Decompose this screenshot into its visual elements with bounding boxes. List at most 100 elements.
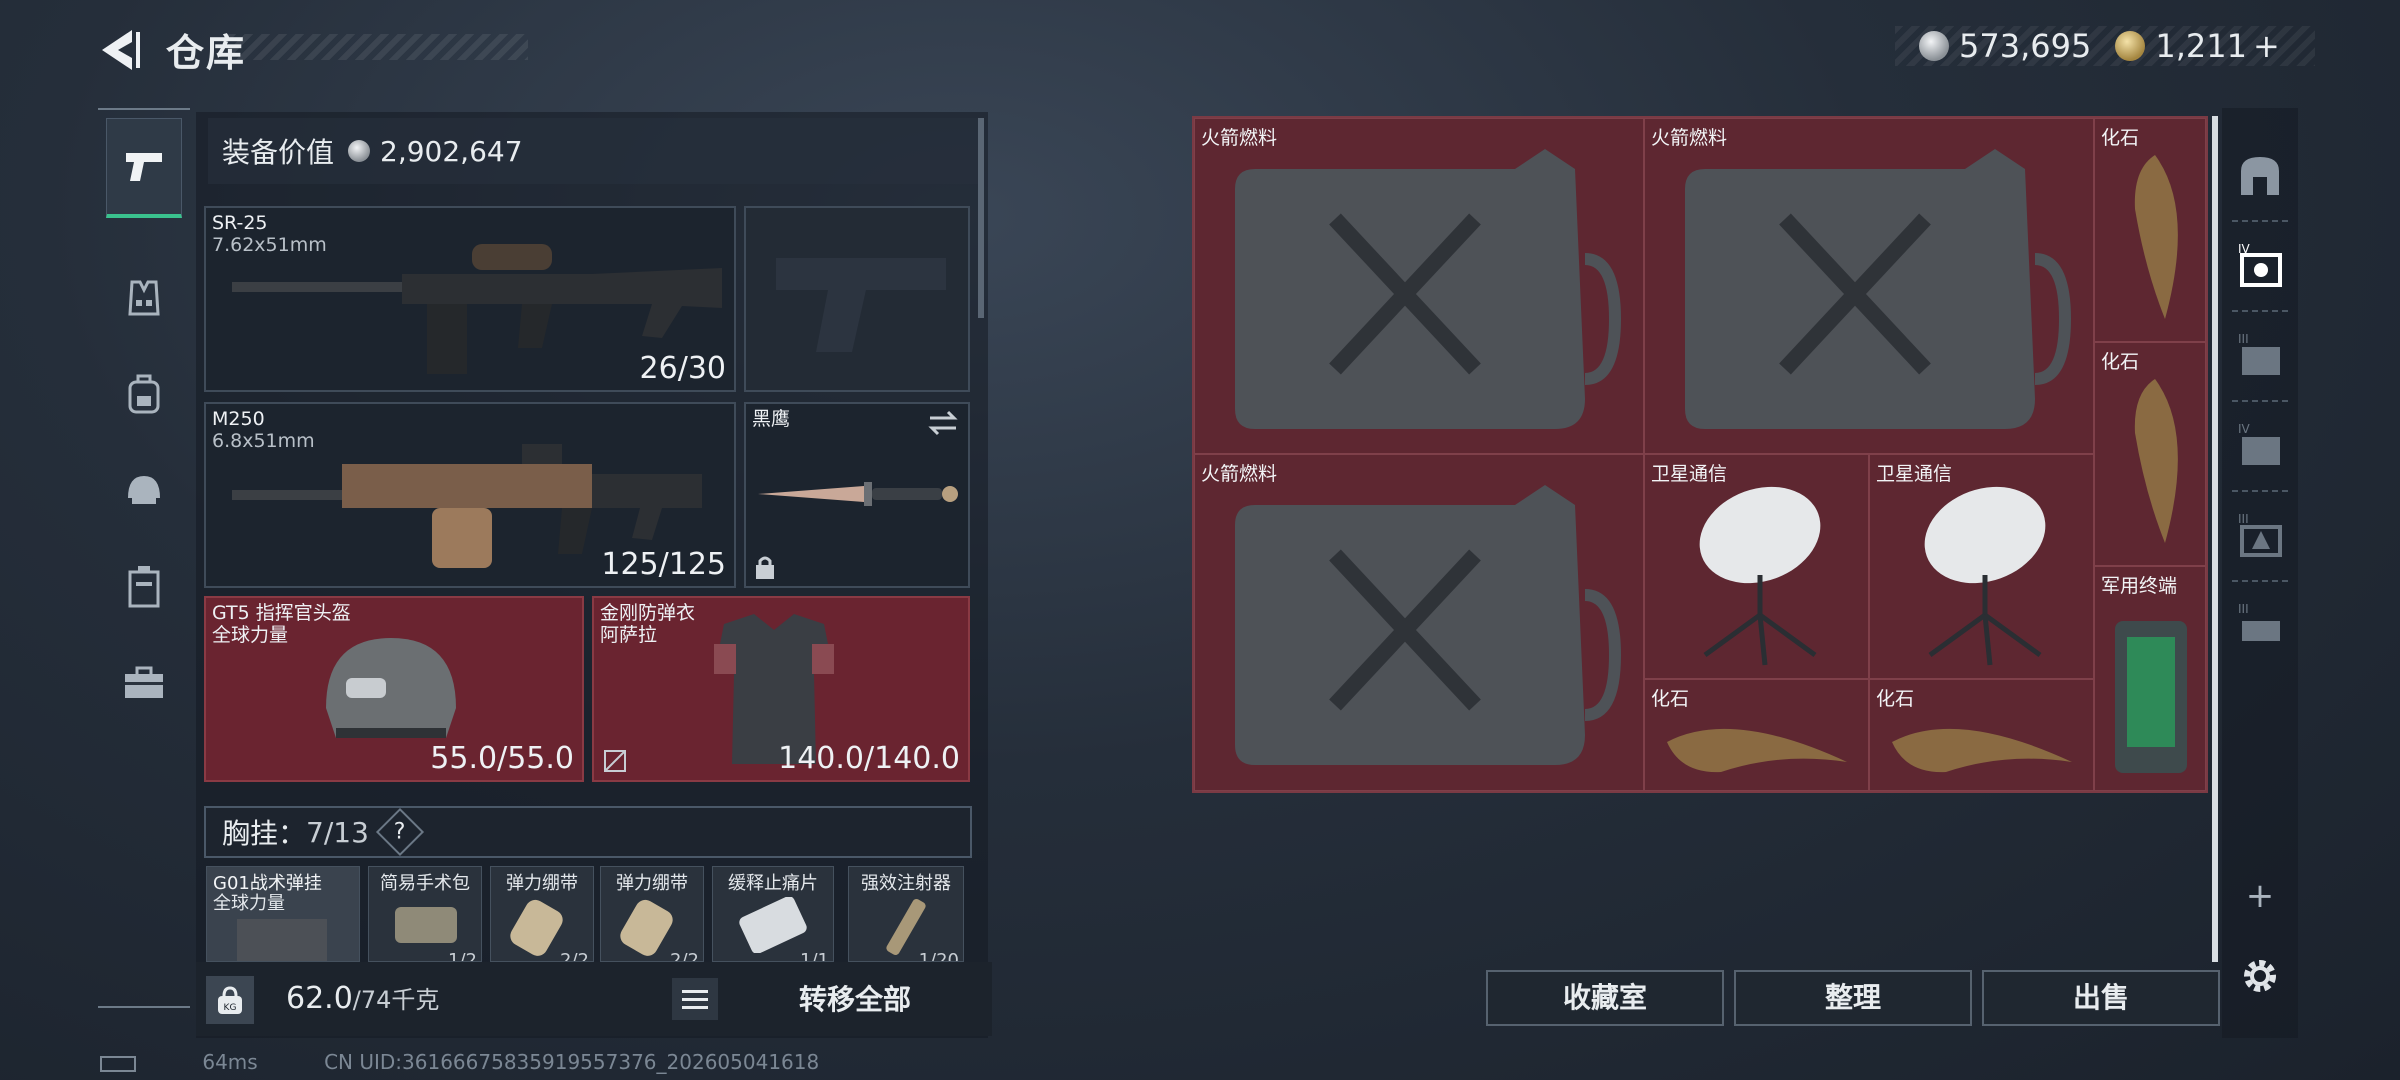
storage-item-satellite-comm[interactable]: 卫星通信 [1869, 454, 2094, 679]
rig-item-bandage-1[interactable]: 弹力绷带 2/2 [490, 866, 594, 962]
tab-storage-iii[interactable]: III [2230, 326, 2290, 386]
rig-item-name: 弹力绷带 [616, 873, 688, 894]
item-name: 化石 [2101, 127, 2140, 149]
rig-item-painkiller[interactable]: 缓释止痛片 1/1 [712, 866, 834, 962]
storage-item-satellite-comm[interactable]: 卫星通信 [1644, 454, 1869, 679]
storage-item-rocket-fuel[interactable]: 火箭燃料 [1194, 118, 1644, 454]
rig-item-name: 缓释止痛片 [728, 873, 818, 894]
category-toolbox[interactable] [106, 632, 182, 732]
knife-icon [758, 482, 958, 506]
sell-button[interactable]: 出售 [1982, 970, 2220, 1026]
fossil-claw-icon [1667, 728, 1847, 773]
pill-pack-icon [739, 897, 807, 953]
currency-silver: 573,695 [1959, 27, 2092, 65]
rig-item-name: 简易手术包 [380, 873, 470, 894]
no-insure-icon [604, 750, 626, 772]
rig-item-injector[interactable]: 强效注射器 1/20 [848, 866, 964, 962]
tab-storage-iv-active[interactable]: IV [2230, 236, 2290, 296]
rig-item-bandage-2[interactable]: 弹力绷带 2/2 [600, 866, 704, 962]
storage-item-fossil[interactable]: 化石 [2094, 342, 2206, 566]
armor-origin: 阿萨拉 [600, 624, 658, 646]
category-helmet[interactable] [106, 440, 182, 540]
equipment-scrollbar[interactable] [978, 118, 984, 318]
secondary-weapon-slot[interactable]: M250 6.8x51mm 125/125 [204, 402, 736, 588]
storage-item-fossil[interactable]: 化石 [1869, 679, 2094, 791]
silver-coin-icon [1919, 31, 1949, 61]
tab-divider [2232, 580, 2288, 582]
helmet-durability: 55.0/55.0 [430, 741, 574, 776]
transfer-all-button[interactable]: 转移全部 [760, 978, 950, 1022]
rig-item-name: 弹力绷带 [506, 873, 578, 894]
back-button[interactable] [96, 24, 144, 76]
surgical-kit-icon [395, 907, 457, 943]
weight-capacity: /74千克 [352, 986, 440, 1014]
weight-icon-label: KG [224, 1003, 237, 1013]
toolbox-icon [125, 666, 163, 698]
tab-divider [2232, 400, 2288, 402]
list-view-button[interactable] [672, 978, 718, 1020]
rail-bottom-divider [98, 1006, 190, 1008]
tab-storage-iii-b[interactable]: III [2230, 506, 2290, 566]
swap-icon[interactable] [926, 410, 960, 436]
add-currency-button[interactable]: + [2253, 27, 2280, 65]
rig-item-g01[interactable]: G01战术弹挂 全球力量 [206, 866, 360, 962]
category-weapons[interactable] [106, 118, 182, 218]
melee-slot[interactable]: 黑鹰 [744, 402, 970, 588]
collection-room-button[interactable]: 收藏室 [1486, 970, 1724, 1026]
category-consumables[interactable] [106, 536, 182, 636]
currency-gold: 1,211 [2155, 27, 2247, 65]
canister-icon [128, 566, 160, 608]
add-storage-button[interactable]: + [2230, 866, 2290, 926]
safe-room-icon [2241, 157, 2279, 195]
gear-icon [2244, 960, 2276, 992]
rig-item-faction: 全球力量 [213, 893, 285, 914]
svg-text:III: III [2238, 602, 2249, 616]
jerry-can-icon [1685, 149, 2072, 429]
storage-tabs-rail: IV III IV III III + [2222, 108, 2298, 1038]
pistol-slot[interactable] [744, 206, 970, 392]
organize-button[interactable]: 整理 [1734, 970, 1972, 1026]
title-stripe [228, 34, 528, 60]
armor-slot[interactable]: 金刚防弹衣 阿萨拉 140.0/140.0 [592, 596, 970, 782]
equipment-value: 装备价值 2,902,647 [208, 118, 980, 184]
item-name: 卫星通信 [1651, 463, 1728, 485]
rail-top-divider [98, 108, 190, 110]
help-button[interactable]: ? [375, 807, 424, 857]
primary-weapon-slot[interactable]: SR-25 7.62x51mm 26/30 [204, 206, 736, 392]
storage-item-rocket-fuel[interactable]: 火箭燃料 [1194, 454, 1644, 791]
storage-item-military-terminal[interactable]: 军用终端 [2094, 566, 2206, 791]
storage-grid: 火箭燃料 火箭燃料 火箭燃料 化石 化石 卫星通信 卫星通信 军用终端 化石 化… [1192, 116, 2208, 793]
category-backpack[interactable] [106, 344, 182, 444]
pistol-icon [126, 152, 162, 181]
rig-item-surgical-kit[interactable]: 简易手术包 1/2 [368, 866, 482, 962]
svg-text:IV: IV [2238, 422, 2251, 436]
armor-name: 金刚防弹衣 [600, 602, 696, 624]
storage-item-rocket-fuel[interactable]: 火箭燃料 [1644, 118, 2094, 454]
tab-storage-iii-c[interactable]: III [2230, 596, 2290, 656]
storage-iv-b-icon: IV [2238, 422, 2280, 465]
lock-icon [756, 556, 774, 579]
storage-item-fossil[interactable]: 化石 [2094, 118, 2206, 342]
storage-iv-icon: IV [2238, 242, 2282, 287]
helmet-slot[interactable]: GT5 指挥官头盔 全球力量 55.0/55.0 [204, 596, 584, 782]
rig-item-count: 2/2 [670, 950, 699, 962]
ammo-count: 125/125 [601, 547, 726, 582]
storage-scrollbar[interactable] [2212, 116, 2218, 962]
category-armor[interactable] [106, 248, 182, 348]
currency-bar: 573,695 1,211 + [1895, 26, 2315, 66]
terminal-icon [2115, 621, 2187, 773]
rig-item-count: 2/2 [560, 950, 589, 962]
tab-safe-room[interactable] [2230, 146, 2290, 206]
storage-item-fossil[interactable]: 化石 [1644, 679, 1869, 791]
settings-button[interactable] [2230, 946, 2290, 1006]
fossil-claw-icon [2134, 155, 2178, 319]
armor-durability: 140.0/140.0 [778, 741, 960, 776]
tab-divider [2232, 310, 2288, 312]
fossil-claw-icon [1892, 728, 2072, 773]
page-title: 仓库 [166, 31, 247, 75]
item-name: 化石 [2101, 351, 2140, 373]
injector-icon [886, 898, 926, 956]
vest-icon [128, 280, 160, 316]
kettlebell-icon: KG [218, 986, 242, 1014]
tab-storage-iv-b[interactable]: IV [2230, 416, 2290, 476]
